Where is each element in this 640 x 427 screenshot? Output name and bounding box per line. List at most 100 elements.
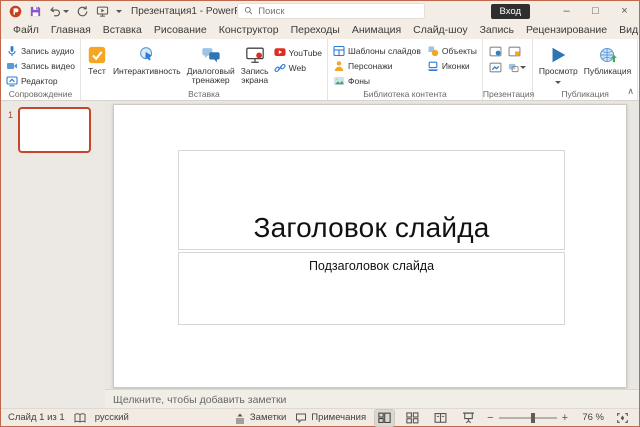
tab-review[interactable]: Рецензирование — [520, 23, 613, 37]
tab-view[interactable]: Вид — [613, 23, 640, 37]
dialog-icon — [201, 45, 221, 65]
search-box[interactable] — [237, 3, 425, 19]
preview-button[interactable]: Просмотр — [536, 43, 581, 89]
notes-toggle[interactable]: Заметки — [234, 412, 286, 424]
group-label: Информация — [638, 89, 639, 99]
comments-toggle[interactable]: Примечания — [295, 412, 366, 424]
customize-qat-icon[interactable] — [116, 10, 122, 16]
publish-globe-icon — [598, 45, 618, 65]
tab-draw[interactable]: Рисование — [148, 23, 213, 37]
fit-slide-button[interactable] — [613, 410, 632, 426]
slide-number: 1 — [8, 110, 13, 120]
group-insert: Тест Интерактивность Диалоговый тренажер… — [81, 39, 328, 100]
tab-slideshow[interactable]: Слайд-шоу — [407, 23, 473, 37]
slide-canvas[interactable]: Заголовок слайда Подзаголовок слайда — [113, 104, 627, 388]
notes-panel-icon — [234, 412, 246, 424]
microphone-icon — [6, 45, 18, 57]
group-label: Вставка — [81, 89, 327, 99]
publish-button[interactable]: Публикация — [581, 43, 635, 78]
objects-button[interactable]: Объекты — [425, 43, 479, 58]
zoom-out-button[interactable]: − — [487, 412, 493, 424]
ribbon-tab-row: Файл Главная Вставка Рисование Конструкт… — [1, 21, 639, 39]
group-accompaniment: Запись аудио Запись видео Редактор Сопро… — [1, 39, 81, 100]
normal-view-button[interactable] — [375, 410, 394, 426]
slide-thumbnail-panel: 1 — [1, 101, 105, 410]
record-audio-button[interactable]: Запись аудио — [4, 43, 77, 58]
slide-templates-icon — [333, 45, 345, 57]
group-publication: Просмотр Публикация Публикация — [533, 39, 638, 100]
notes-placeholder-text: Щелкните, чтобы добавить заметки — [113, 394, 286, 406]
presentation-properties-button[interactable] — [489, 44, 507, 59]
group-label: Сопровождение — [1, 89, 80, 99]
slideshow-view-button[interactable] — [459, 410, 478, 426]
tab-animations[interactable]: Анимация — [346, 23, 407, 37]
group-label: Библиотека контента — [328, 89, 482, 99]
title-bar: Презентация1 - PowerPoint Preview Вход –… — [1, 1, 639, 21]
zoom-slider[interactable] — [499, 417, 557, 419]
spellcheck-button[interactable] — [74, 412, 86, 424]
search-input[interactable] — [258, 6, 418, 17]
maximize-button[interactable]: □ — [581, 1, 610, 21]
zoom-level[interactable]: 76 % — [577, 412, 604, 423]
save-icon[interactable] — [29, 5, 42, 18]
book-icon — [74, 412, 86, 424]
titlebar-controls: Вход – □ × — [491, 1, 640, 21]
slide-templates-button[interactable]: Шаблоны слайдов — [331, 43, 423, 58]
interactivity-button[interactable]: Интерактивность — [110, 43, 184, 78]
tab-transitions[interactable]: Переходы — [285, 23, 346, 37]
collapse-ribbon-button[interactable]: ∧ — [627, 86, 634, 97]
zoom-slider-thumb[interactable] — [531, 413, 535, 423]
web-link-icon — [274, 62, 286, 74]
web-button[interactable]: Web — [272, 60, 324, 75]
group-content-library: Шаблоны слайдов Персонажи Фоны — [328, 39, 483, 100]
tab-design[interactable]: Конструктор — [213, 23, 285, 37]
video-camera-icon — [6, 60, 18, 72]
language-indicator[interactable]: русский — [95, 412, 129, 423]
characters-button[interactable]: Персонажи — [331, 58, 423, 73]
dialog-sim-button[interactable]: Диалоговый тренажер — [184, 43, 238, 88]
dropdown-icon — [520, 66, 526, 72]
slide-counter: Слайд 1 из 1 — [8, 412, 65, 423]
notes-area[interactable]: Щелкните, чтобы добавить заметки — [105, 389, 639, 410]
tab-insert[interactable]: Вставка — [97, 23, 148, 37]
redo-icon[interactable] — [76, 5, 89, 18]
slide-thumbnail[interactable] — [18, 107, 91, 153]
screen-recording-button[interactable]: Запись экрана — [238, 43, 272, 88]
sign-in-button[interactable]: Вход — [491, 4, 531, 19]
tab-record[interactable]: Запись — [474, 23, 520, 37]
objects-icon — [427, 45, 439, 57]
group-information: ⚙ ☺ Информация — [638, 39, 639, 100]
interactivity-icon — [137, 45, 157, 65]
slide-sorter-view-button[interactable] — [403, 410, 422, 426]
powerpoint-window: { "titlebar": { "title": "Презентация1 -… — [0, 0, 640, 427]
icons-button[interactable]: Иконки — [425, 58, 479, 73]
player-templates-button[interactable] — [508, 60, 526, 75]
record-video-button[interactable]: Запись видео — [4, 58, 77, 73]
icons-icon — [427, 60, 439, 72]
youtube-icon — [274, 47, 286, 59]
undo-icon[interactable] — [49, 5, 62, 18]
zoom-in-button[interactable]: + — [562, 412, 568, 424]
slide-properties-button[interactable] — [508, 44, 526, 59]
undo-dropdown-icon[interactable] — [63, 10, 69, 16]
backgrounds-button[interactable]: Фоны — [331, 73, 423, 88]
minimize-button[interactable]: – — [552, 1, 581, 21]
tab-home[interactable]: Главная — [45, 23, 97, 37]
quick-access-toolbar — [5, 5, 122, 18]
ribbon: Запись аудио Запись видео Редактор Сопро… — [1, 39, 639, 101]
group-presentation: Презентация — [483, 39, 533, 100]
tab-file[interactable]: Файл — [7, 23, 45, 37]
preview-play-icon — [548, 45, 568, 65]
powerpoint-logo-icon[interactable] — [9, 5, 22, 18]
close-button[interactable]: × — [610, 1, 639, 21]
quiz-button[interactable]: Тест — [84, 43, 110, 78]
zoom-control: − + — [487, 412, 568, 424]
presentation-resources-button[interactable] — [489, 60, 507, 75]
editor-button[interactable]: Редактор — [4, 73, 77, 88]
youtube-button[interactable]: YouTube — [272, 45, 324, 60]
backgrounds-icon — [333, 75, 345, 87]
start-slideshow-icon[interactable] — [96, 5, 109, 18]
reading-view-button[interactable] — [431, 410, 450, 426]
title-placeholder[interactable]: Заголовок слайда — [178, 150, 565, 250]
subtitle-placeholder[interactable]: Подзаголовок слайда — [178, 252, 565, 325]
